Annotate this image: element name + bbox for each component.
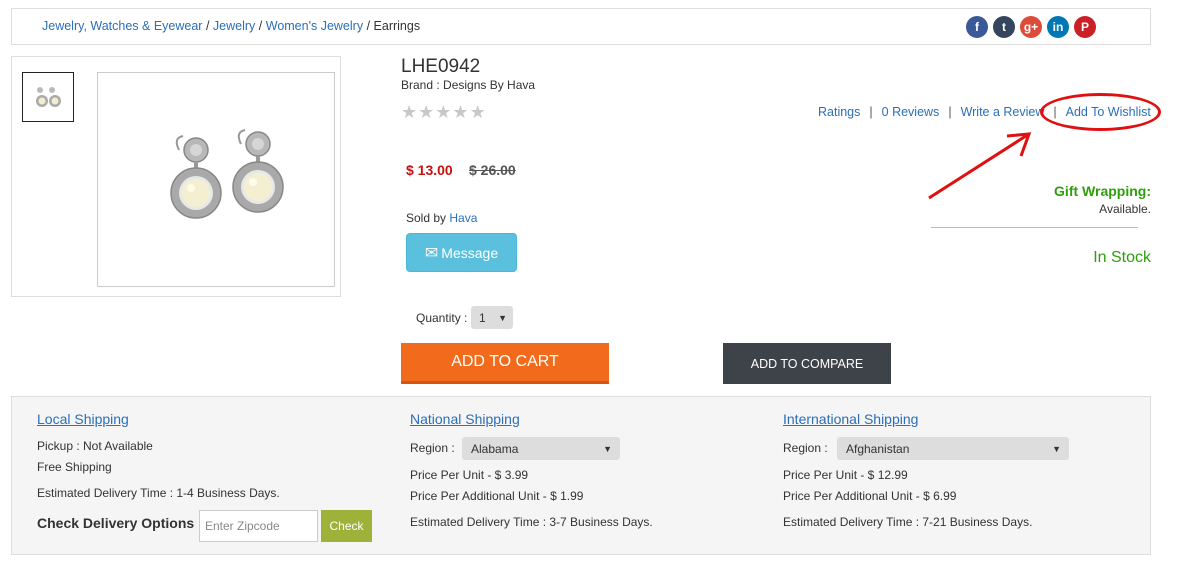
rating-stars[interactable]: ★ ★ ★ ★ ★	[401, 103, 487, 121]
quantity-value: 1	[479, 310, 486, 325]
social-share-icons: f t g+ in P	[966, 16, 1101, 38]
star-icon[interactable]: ★	[418, 103, 434, 121]
local-delivery-time: Estimated Delivery Time : 1-4 Business D…	[37, 486, 280, 500]
breadcrumb-bar: Jewelry, Watches & Eyewear / Jewelry / W…	[11, 8, 1151, 45]
product-title: LHE0942	[401, 56, 481, 77]
international-price-additional: Price Per Additional Unit - $ 6.99	[783, 489, 957, 503]
free-shipping-info: Free Shipping	[37, 460, 112, 474]
reviews-link[interactable]: 0 Reviews	[882, 105, 940, 119]
star-icon[interactable]: ★	[435, 103, 451, 121]
seller-link[interactable]: Hava	[449, 211, 477, 225]
quantity-select[interactable]: 1 ▼	[471, 306, 513, 329]
breadcrumb-current: Earrings	[373, 19, 421, 33]
wishlist-highlight-circle	[1040, 93, 1161, 131]
stock-status: In Stock	[1093, 249, 1151, 266]
breadcrumb-link-womens-jewelry[interactable]: Women's Jewelry	[266, 19, 363, 33]
breadcrumb-separator: /	[205, 19, 210, 33]
write-review-link[interactable]: Write a Review	[961, 105, 1045, 119]
international-region-value: Afghanistan	[846, 441, 910, 456]
google-plus-icon[interactable]: g+	[1020, 16, 1042, 38]
shipping-panel: Local Shipping Pickup : Not Available Fr…	[11, 396, 1151, 555]
facebook-icon[interactable]: f	[966, 16, 988, 38]
star-icon[interactable]: ★	[452, 103, 468, 121]
annotation-arrow-icon	[928, 132, 1032, 200]
envelope-icon: ✉	[424, 244, 439, 262]
caret-down-icon: ▼	[1052, 443, 1061, 454]
quantity-label: Quantity :	[416, 311, 468, 325]
add-to-compare-button[interactable]: ADD TO COMPARE	[723, 343, 891, 384]
pinterest-icon[interactable]: P	[1074, 16, 1096, 38]
earring-image	[170, 128, 284, 219]
national-price-additional: Price Per Additional Unit - $ 1.99	[410, 489, 584, 503]
link-separator: |	[869, 105, 873, 119]
breadcrumb-link-jewelry-watches-eyewear[interactable]: Jewelry, Watches & Eyewear	[42, 19, 202, 33]
check-delivery-label: Check Delivery Options	[37, 515, 195, 531]
breadcrumb-separator: /	[258, 19, 263, 33]
sold-by-label: Sold by	[406, 211, 447, 225]
linkedin-icon[interactable]: in	[1047, 16, 1069, 38]
ratings-link[interactable]: Ratings	[818, 105, 860, 119]
national-delivery-time: Estimated Delivery Time : 3-7 Business D…	[410, 515, 653, 529]
gift-wrapping-label: Gift Wrapping:	[1054, 183, 1151, 199]
caret-down-icon: ▼	[603, 443, 612, 454]
star-icon[interactable]: ★	[401, 103, 417, 121]
zipcode-input[interactable]	[199, 510, 318, 542]
star-icon[interactable]: ★	[470, 103, 486, 121]
national-shipping-title[interactable]: National Shipping	[410, 411, 520, 427]
divider	[931, 227, 1138, 228]
gift-wrapping-value: Available.	[1099, 202, 1151, 216]
international-price-per-unit: Price Per Unit - $ 12.99	[783, 468, 908, 482]
caret-down-icon: ▼	[498, 312, 507, 323]
breadcrumb-link-jewelry[interactable]: Jewelry	[213, 19, 255, 33]
add-to-cart-button[interactable]: ADD TO CART	[401, 343, 609, 384]
breadcrumb: Jewelry, Watches & Eyewear / Jewelry / W…	[42, 19, 420, 33]
message-button[interactable]: ✉ Message	[406, 233, 517, 272]
international-delivery-time: Estimated Delivery Time : 7-21 Business …	[783, 515, 1033, 529]
international-region-select[interactable]: Afghanistan ▼	[837, 437, 1069, 460]
local-shipping-title[interactable]: Local Shipping	[37, 411, 129, 427]
breadcrumb-separator: /	[366, 19, 371, 33]
sold-by: Sold by Hava	[406, 211, 477, 225]
product-brand: Brand : Designs By Hava	[401, 78, 536, 92]
message-button-label: Message	[441, 244, 499, 261]
product-old-price: $ 26.00	[469, 162, 516, 178]
national-region-select[interactable]: Alabama ▼	[462, 437, 620, 460]
product-main-image[interactable]	[97, 72, 335, 287]
international-region-label: Region :	[783, 441, 828, 455]
national-price-per-unit: Price Per Unit - $ 3.99	[410, 468, 529, 482]
national-region-label: Region :	[410, 441, 455, 455]
tumblr-icon[interactable]: t	[993, 16, 1015, 38]
international-shipping-title[interactable]: International Shipping	[783, 411, 918, 427]
pickup-info: Pickup : Not Available	[37, 439, 153, 453]
earring-thumbnail-icon	[36, 87, 61, 107]
national-region-value: Alabama	[471, 441, 519, 456]
product-thumbnail[interactable]	[22, 72, 74, 122]
product-image-panel	[11, 56, 341, 297]
check-button[interactable]: Check	[321, 510, 372, 542]
product-price: $ 13.00	[406, 162, 453, 178]
link-separator: |	[948, 105, 952, 119]
